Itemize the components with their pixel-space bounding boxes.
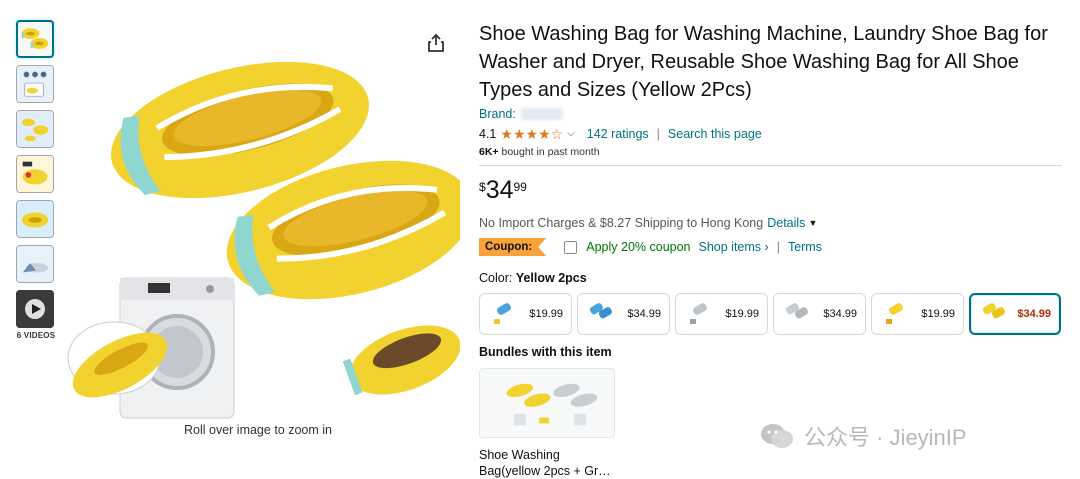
swatch-price: $34.99 [1017,308,1051,320]
watermark-text: 公众号 · JieyinIP [804,425,967,450]
swatch-price: $34.99 [823,308,857,320]
swatch-image [785,303,808,319]
shipping-info: No Import Charges & $8.27 Shipping to Ho… [479,214,1064,232]
brand-link[interactable]: Brand: [479,106,1064,122]
swatch-image [886,303,903,324]
product-title: Shoe Washing Bag for Washing Machine, La… [479,23,1048,101]
price-whole: 34 [485,176,514,204]
star-empty-icon: ☆ [550,126,564,142]
separator: | [776,240,780,254]
rating-row: 4.1 ★ ★ ★ ★ ☆ ⌵ 142 ratings | Search thi… [479,125,1064,143]
price-symbol: $ [479,180,486,194]
coupon-checkbox[interactable] [564,240,578,254]
swatch-price: $19.99 [725,308,759,320]
rating-value: 4.1 [479,127,497,141]
swatch-price: $19.99 [921,308,955,320]
share-icon[interactable] [426,33,446,53]
star-icon: ★ [525,126,539,142]
swatch-yellow-1[interactable]: $19.99 [871,293,964,335]
thumbnail-2[interactable] [16,65,54,103]
shipping-text: No Import Charges & $8.27 Shipping to Ho… [479,216,764,230]
star-rating[interactable]: ★ ★ ★ ★ ☆ [500,127,563,141]
swatch-yellow-2-selected[interactable]: $34.99 [969,293,1061,335]
swatch-grey-2[interactable]: $34.99 [773,293,866,335]
ratings-count-link[interactable]: 142 ratings [587,127,649,141]
bag-with-shoe-image [342,325,461,396]
videos-count-label[interactable]: 6 VIDEOS [16,331,56,340]
apply-coupon-label[interactable]: Apply 20% coupon [586,240,690,254]
coupon-badge: Coupon: [479,238,547,256]
bundles-title: Bundles with this item [479,345,612,359]
star-icon: ★ [512,126,526,142]
details-link[interactable]: Details [767,216,805,230]
star-icon: ★ [538,126,551,142]
wechat-icon [761,424,793,448]
swatch-image [982,303,1005,319]
star-icon: ★ [500,126,513,142]
swatch-price: $19.99 [529,308,563,320]
color-label-text: Color: [479,271,513,285]
bundle-item-name[interactable]: Shoe Washing Bag(yellow 2pcs + Gr… [479,447,619,479]
watermark: 公众号 · JieyinIP [760,420,967,452]
thumbnail-3[interactable] [16,110,54,148]
price-fraction: 99 [513,180,527,194]
color-swatches: $19.99 $34.99 $19.99 $34.99 $19.99 $34.9… [479,293,1064,335]
bought-past-month: 6K+ bought in past month [479,146,1064,158]
swatch-image [690,303,707,324]
thumbnail-5[interactable] [16,200,54,238]
main-product-image[interactable] [60,20,474,420]
color-label: Color: Yellow 2pcs [479,271,1064,285]
color-selected: Yellow 2pcs [515,271,587,285]
thumbnail-strip: 6 VIDEOS [16,20,56,340]
chevron-down-icon[interactable]: ⌵ [567,128,575,139]
price: $ 34 99 [479,176,1064,208]
search-page-link[interactable]: Search this page [668,127,762,141]
bundle-image [480,369,614,437]
thumbnail-6[interactable] [16,245,54,283]
thumbnail-1[interactable] [16,20,54,58]
bundle-card[interactable] [479,368,615,438]
swatch-image [494,303,511,324]
swatch-grey-1[interactable]: $19.99 [675,293,768,335]
divider [479,165,1062,166]
chevron-down-icon[interactable]: ▼ [808,218,817,228]
bought-text: bought in past month [498,146,600,158]
zoom-hint: Roll over image to zoom in [184,423,332,437]
terms-link[interactable]: Terms [788,240,822,254]
coupon-row: Coupon: Apply 20% coupon Shop items › | … [479,237,1064,257]
swatch-blue-1[interactable]: $19.99 [479,293,572,335]
brand-label[interactable]: Brand: [479,107,516,121]
separator: | [656,127,660,141]
swatch-price: $34.99 [627,308,661,320]
bought-count: 6K+ [479,146,499,158]
brand-name-redacted[interactable] [520,108,563,120]
thumbnail-4[interactable] [16,155,54,193]
product-details: Shoe Washing Bag for Washing Machine, La… [479,20,1064,479]
shop-items-link[interactable]: Shop items › [699,240,769,254]
swatch-blue-2[interactable]: $34.99 [577,293,670,335]
swatch-image [589,303,612,319]
video-thumbnail[interactable] [16,290,54,328]
